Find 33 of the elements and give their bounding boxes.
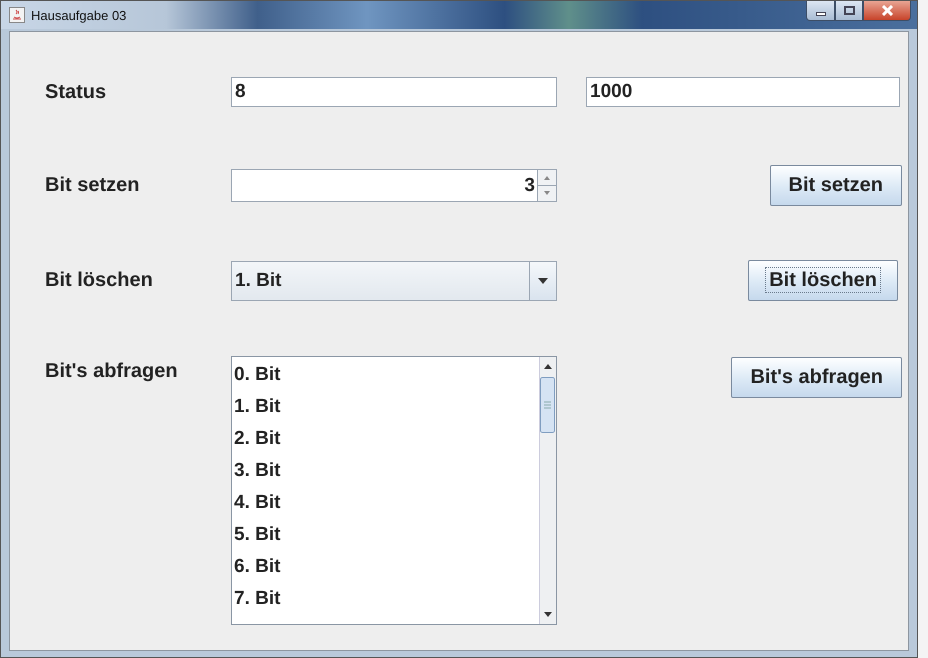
list-item[interactable]: 6. Bit xyxy=(232,551,539,583)
spinner-value: 3 xyxy=(524,174,536,196)
increment-icon[interactable] xyxy=(538,170,556,186)
field-label: Bit löschen xyxy=(45,269,154,292)
decimal-field[interactable]: 8 xyxy=(231,77,557,107)
close-button[interactable] xyxy=(863,1,911,21)
list-item[interactable]: 3. Bit xyxy=(232,455,539,487)
dropdown-arrow-icon xyxy=(538,278,548,284)
minimize-button[interactable] xyxy=(806,1,835,21)
close-icon xyxy=(882,5,892,16)
number-spinner[interactable]: 3 xyxy=(231,169,557,202)
scroll-thumb[interactable] xyxy=(540,377,555,433)
action-button[interactable]: Bit's abfragen xyxy=(731,357,902,398)
field-label: Bit's abfragen xyxy=(45,360,179,383)
field-label: Status xyxy=(45,80,108,104)
action-button[interactable]: Bit setzen xyxy=(770,165,902,206)
list-item[interactable]: 7. Bit xyxy=(232,583,539,615)
list-item[interactable]: 0. Bit xyxy=(232,359,539,391)
action-button[interactable]: Bit löschen xyxy=(748,260,898,301)
bit-dropdown[interactable]: 1. Bit xyxy=(231,260,557,300)
field-label: Bit setzen xyxy=(45,174,140,197)
maximize-button[interactable] xyxy=(835,1,863,21)
list-item[interactable]: 5. Bit xyxy=(232,519,539,551)
window-title: Hausaufgabe 03 xyxy=(31,8,126,22)
minimize-icon xyxy=(816,12,826,16)
app-icon xyxy=(9,7,25,23)
maximize-icon xyxy=(844,6,854,15)
dropdown-value: 1. Bit xyxy=(234,270,282,292)
binary-field[interactable]: 1000 xyxy=(586,77,900,107)
list-item[interactable]: 1. Bit xyxy=(232,391,539,423)
list-item[interactable]: 2. Bit xyxy=(232,423,539,455)
list-item[interactable]: 4. Bit xyxy=(232,487,539,519)
decrement-icon[interactable] xyxy=(538,186,556,201)
